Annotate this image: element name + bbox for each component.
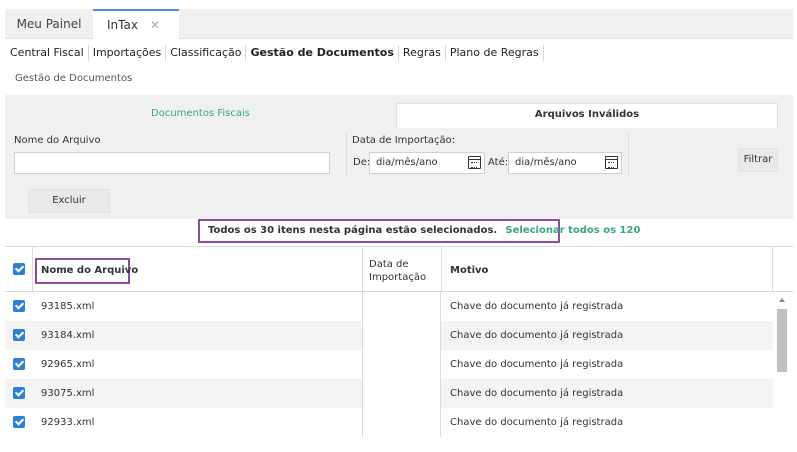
selection-banner: Todos os 30 itens nesta página estão sel… (198, 219, 640, 243)
column-divider (362, 247, 363, 292)
divider (628, 133, 629, 177)
row-reason: Chave do documento já registrada (450, 417, 624, 428)
divider (346, 133, 347, 177)
main-menu: Central Fiscal Importações Classificação… (5, 44, 544, 62)
row-import-date (362, 292, 441, 321)
select-all-link[interactable]: Selecionar todos os 120 (505, 225, 640, 236)
row-checkbox[interactable] (13, 416, 25, 428)
from-label: De: (353, 157, 371, 168)
row-filename: 92965.xml (41, 359, 95, 370)
date-from-placeholder: dia/mês/ano (376, 157, 438, 168)
row-import-date (362, 408, 441, 437)
row-checkbox[interactable] (13, 300, 25, 312)
column-divider (32, 247, 33, 292)
row-filename: 93075.xml (41, 388, 95, 399)
filter-button[interactable]: Filtrar (738, 148, 778, 172)
column-divider (772, 247, 773, 292)
tab-intax[interactable]: InTax ✕ (93, 9, 179, 40)
scroll-up-icon[interactable] (779, 298, 785, 302)
table-row[interactable]: 92933.xml Chave do documento já registra… (5, 408, 773, 437)
select-all-checkbox[interactable] (13, 263, 25, 275)
tab-documentos-fiscais[interactable]: Documentos Fiscais (5, 103, 396, 125)
row-import-date (362, 350, 441, 379)
menu-gestao-documentos[interactable]: Gestão de Documentos (246, 45, 399, 61)
selection-text: Todos os 30 itens nesta página estão sel… (208, 225, 498, 236)
row-checkbox[interactable] (13, 387, 25, 399)
tab-meu-painel[interactable]: Meu Painel (5, 9, 93, 39)
row-filename: 93184.xml (41, 330, 95, 341)
filter-panel: Documentos Fiscais Arquivos Inválidos No… (5, 95, 793, 219)
header-reason[interactable]: Motivo (450, 265, 488, 276)
row-filename: 92933.xml (41, 417, 95, 428)
row-reason: Chave do documento já registrada (450, 359, 624, 370)
filename-input[interactable] (14, 152, 330, 174)
menu-importacoes[interactable]: Importações (89, 45, 167, 61)
filename-label: Nome do Arquivo (14, 135, 101, 146)
header-filename[interactable]: Nome do Arquivo (41, 265, 138, 276)
row-checkbox[interactable] (13, 358, 25, 370)
date-from-input[interactable]: dia/mês/ano (369, 152, 485, 174)
import-date-label: Data de Importação: (352, 135, 456, 146)
row-reason: Chave do documento já registrada (450, 330, 624, 341)
vertical-scrollbar[interactable] (773, 292, 793, 452)
close-icon[interactable]: ✕ (150, 11, 160, 39)
scrollbar-thumb[interactable] (777, 309, 787, 372)
calendar-icon[interactable] (468, 156, 481, 169)
menu-regras[interactable]: Regras (399, 45, 446, 61)
column-divider (441, 247, 442, 292)
menu-plano-regras[interactable]: Plano de Regras (446, 45, 544, 61)
header-import-date[interactable]: Data de Importação (369, 258, 437, 284)
row-import-date (362, 321, 441, 350)
calendar-icon[interactable] (605, 156, 618, 169)
to-label: Até: (488, 157, 509, 168)
tab-arquivos-invalidos[interactable]: Arquivos Inválidos (396, 103, 778, 128)
top-tab-bar: Meu Painel InTax ✕ (5, 9, 793, 40)
row-reason: Chave do documento já registrada (450, 388, 624, 399)
files-grid: Nome do Arquivo Data de Importação Motiv… (5, 246, 793, 452)
date-to-input[interactable]: dia/mês/ano (508, 152, 622, 174)
table-row[interactable]: 93184.xml Chave do documento já registra… (5, 321, 773, 350)
tab-intax-label: InTax (107, 18, 138, 32)
row-checkbox[interactable] (13, 329, 25, 341)
row-reason: Chave do documento já registrada (450, 301, 624, 312)
table-row[interactable]: 93185.xml Chave do documento já registra… (5, 292, 773, 321)
table-row[interactable]: 92965.xml Chave do documento já registra… (5, 350, 773, 379)
date-to-placeholder: dia/mês/ano (515, 157, 577, 168)
menu-central-fiscal[interactable]: Central Fiscal (5, 45, 89, 61)
grid-header: Nome do Arquivo Data de Importação Motiv… (5, 247, 793, 292)
menu-classificacao[interactable]: Classificação (166, 45, 247, 61)
table-row[interactable]: 93075.xml Chave do documento já registra… (5, 379, 773, 408)
breadcrumb: Gestão de Documentos (15, 73, 133, 84)
delete-button[interactable]: Excluir (28, 189, 110, 213)
row-filename: 93185.xml (41, 301, 95, 312)
row-import-date (362, 379, 441, 408)
